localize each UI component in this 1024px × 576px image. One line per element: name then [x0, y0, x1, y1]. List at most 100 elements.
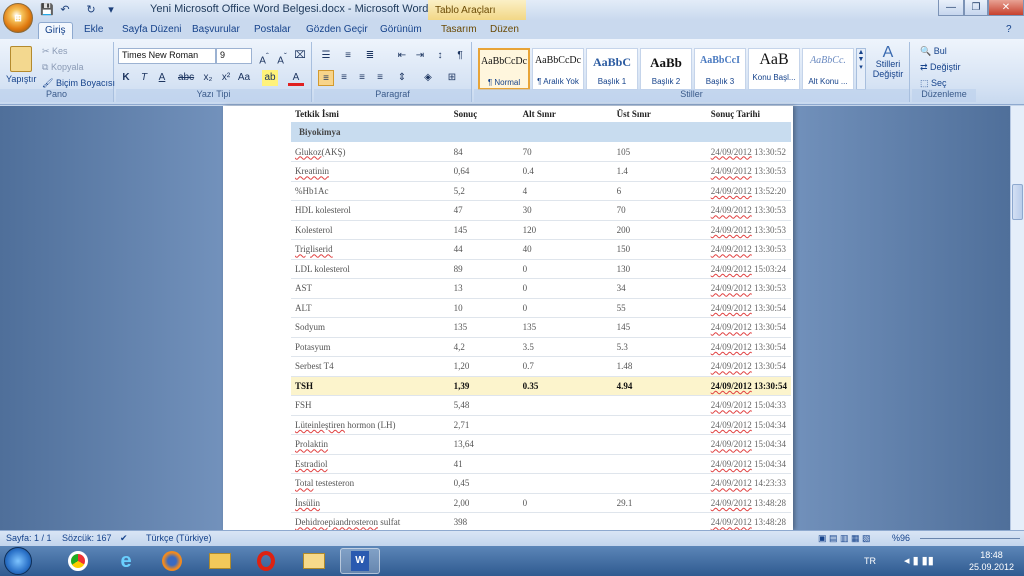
paste-button[interactable]: Yapıştır: [6, 74, 36, 84]
table-row[interactable]: Sodyum 135 135 145 24/09/2012 13:30:54: [291, 317, 791, 338]
zoom-level[interactable]: %96: [892, 533, 910, 543]
table-row[interactable]: Kolesterol 145 120 200 24/09/2012 13:30:53: [291, 220, 791, 240]
customize-qat-icon[interactable]: ▾: [104, 3, 118, 17]
table-row[interactable]: Lüteinleştiren hormon (LH) 2,71 24/09/2012…: [291, 415, 791, 435]
minimize-button[interactable]: —: [938, 0, 964, 16]
paste-icon[interactable]: [10, 46, 32, 72]
align-left-button[interactable]: ≡: [318, 70, 334, 86]
view-buttons[interactable]: ▣ ▤ ▥ ▦ ▧: [818, 533, 871, 544]
numbering-button[interactable]: ≡: [340, 48, 356, 64]
table-row[interactable]: HDL kolesterol 47 30 70 24/09/2012 13:30:53: [291, 200, 791, 221]
page-indicator[interactable]: Sayfa: 1 / 1: [6, 533, 52, 543]
bold-button[interactable]: K: [118, 70, 134, 86]
italic-button[interactable]: T: [136, 70, 152, 86]
table-row[interactable]: Potasyum 4,2 3.5 5.3 24/09/2012 13:30:54: [291, 337, 791, 357]
table-row[interactable]: TSH 1,39 0.35 4.94 24/09/2012 13:30:54: [291, 376, 791, 396]
align-right-button[interactable]: ≡: [354, 70, 370, 86]
restore-button[interactable]: ❐: [964, 0, 988, 16]
style-subtitle[interactable]: AaBbCc. Alt Konu ...: [802, 48, 854, 90]
style-title[interactable]: AaB Konu Başl...: [748, 48, 800, 90]
bullets-button[interactable]: ☰: [318, 48, 334, 64]
style-no-spacing[interactable]: AaBbCcDc ¶ Aralık Yok: [532, 48, 584, 90]
change-case-button[interactable]: Aa: [236, 70, 252, 86]
save-icon[interactable]: 💾: [40, 3, 54, 17]
multilevel-list-button[interactable]: ≣: [362, 48, 378, 64]
tab-references[interactable]: Başvurular: [192, 22, 240, 39]
table-row[interactable]: Dehidroepiandrosteron sulfat 398 24/09/201…: [291, 512, 791, 530]
language-indicator[interactable]: Türkçe (Türkiye): [146, 533, 212, 543]
opera-icon[interactable]: [246, 548, 286, 574]
subscript-button[interactable]: x₂: [200, 70, 216, 86]
style-normal[interactable]: AaBbCcDc ¶ Normal: [478, 48, 530, 90]
font-name-select[interactable]: Times New Roman: [118, 48, 216, 64]
zoom-slider[interactable]: [920, 538, 1020, 539]
help-icon[interactable]: ?: [1006, 22, 1012, 39]
scroll-thumb[interactable]: [1012, 184, 1023, 220]
tab-insert[interactable]: Ekle: [84, 22, 103, 39]
tab-review[interactable]: Gözden Geçir: [306, 22, 368, 39]
style-heading-1[interactable]: AaBbC Başlık 1: [586, 48, 638, 90]
table-row[interactable]: Glukoz(AKŞ) 84 70 105 24/09/2012 13:30:52: [291, 142, 791, 162]
shrink-font-button[interactable]: Aˇ: [274, 48, 290, 66]
show-marks-button[interactable]: ¶: [452, 48, 468, 64]
align-center-button[interactable]: ≡: [336, 70, 352, 86]
tab-mailings[interactable]: Postalar: [254, 22, 291, 39]
tab-view[interactable]: Görünüm: [380, 22, 422, 39]
select-button[interactable]: ⬚ Seç: [920, 78, 947, 89]
table-row[interactable]: Prolaktin 13,64 24/09/2012 15:04:34: [291, 434, 791, 455]
vertical-scrollbar[interactable]: [1010, 106, 1024, 530]
tab-layout[interactable]: Düzen: [490, 22, 519, 39]
cut-button[interactable]: ✂ Kes: [42, 46, 68, 57]
copy-button[interactable]: ⧉ Kopyala: [42, 62, 83, 73]
table-row[interactable]: Kreatinin 0,64 0.4 1.4 24/09/2012 13:30:53: [291, 161, 791, 182]
table-row[interactable]: Trigliserid 44 40 150 24/09/2012 13:30:53: [291, 239, 791, 260]
style-heading-2[interactable]: AaBb Başlık 2: [640, 48, 692, 90]
word-count[interactable]: Sözcük: 167: [62, 533, 112, 543]
table-row[interactable]: Estradiol 41 24/09/2012 15:04:34: [291, 454, 791, 474]
line-spacing-button[interactable]: ⇕: [394, 70, 410, 86]
undo-icon[interactable]: ↶: [58, 3, 72, 17]
file-explorer-icon[interactable]: [200, 548, 240, 574]
highlight-button[interactable]: ab: [262, 70, 278, 86]
chrome-icon[interactable]: [58, 548, 98, 574]
tray-icons[interactable]: ◂ ▮ ▮▮: [904, 554, 934, 567]
redo-icon[interactable]: ↻: [84, 3, 98, 17]
strikethrough-button[interactable]: abc: [178, 70, 194, 86]
language-bar[interactable]: TR: [864, 556, 876, 566]
styles-scroll-icon[interactable]: ▲ ▼ ▾: [856, 48, 866, 90]
table-row[interactable]: LDL kolesterol 89 0 130 24/09/2012 15:03:24: [291, 259, 791, 279]
find-button[interactable]: 🔍 Bul: [920, 46, 947, 57]
table-row[interactable]: Total testesteron 0,45 24/09/2012 14:23:33: [291, 473, 791, 494]
table-row[interactable]: Serbest T4 1,20 0.7 1.48 24/09/2012 13:30:54: [291, 356, 791, 377]
tab-design[interactable]: Tasarım: [441, 22, 477, 39]
increase-indent-button[interactable]: ⇥: [412, 48, 428, 64]
firefox-icon[interactable]: [152, 548, 192, 574]
table-row[interactable]: ALT 10 0 55 24/09/2012 13:30:54: [291, 298, 791, 318]
tab-page-layout[interactable]: Sayfa Düzeni: [122, 22, 181, 39]
table-row[interactable]: İnsülin 2,00 0 29.1 24/09/2012 13:48:28: [291, 493, 791, 513]
shading-button[interactable]: ◈: [420, 70, 436, 86]
borders-button[interactable]: ⊞: [444, 70, 460, 86]
format-painter-button[interactable]: 🖌 Biçim Boyacısı: [42, 78, 115, 89]
start-button[interactable]: [4, 547, 32, 575]
clear-format-button[interactable]: ⌧: [292, 48, 308, 64]
office-button[interactable]: ⊞: [3, 3, 33, 33]
internet-explorer-icon[interactable]: e: [106, 548, 146, 574]
table-row[interactable]: %Hb1Ac 5,2 4 6 24/09/2012 13:52:20: [291, 181, 791, 201]
font-color-button[interactable]: A: [288, 70, 304, 86]
underline-button[interactable]: A: [154, 70, 170, 86]
clock[interactable]: 18:48 25.09.2012: [969, 549, 1014, 573]
superscript-button[interactable]: x²: [218, 70, 234, 86]
decrease-indent-button[interactable]: ⇤: [394, 48, 410, 64]
tab-home[interactable]: Giriş: [38, 22, 73, 39]
document-page[interactable]: Tetkik İsmi Sonuç Alt Sınır Üst Sınır So…: [223, 106, 793, 530]
style-heading-3[interactable]: AaBbCcI Başlık 3: [694, 48, 746, 90]
sort-button[interactable]: ↕: [432, 48, 448, 64]
close-button[interactable]: ✕: [988, 0, 1024, 16]
font-size-select[interactable]: 9: [216, 48, 252, 64]
table-row[interactable]: FSH 5,48 24/09/2012 15:04:33: [291, 395, 791, 416]
grow-font-button[interactable]: Aˆ: [256, 48, 272, 66]
replace-button[interactable]: ⇄ Değiştir: [920, 62, 961, 73]
table-row[interactable]: AST 13 0 34 24/09/2012 13:30:53: [291, 278, 791, 299]
folder-icon[interactable]: [294, 548, 334, 574]
